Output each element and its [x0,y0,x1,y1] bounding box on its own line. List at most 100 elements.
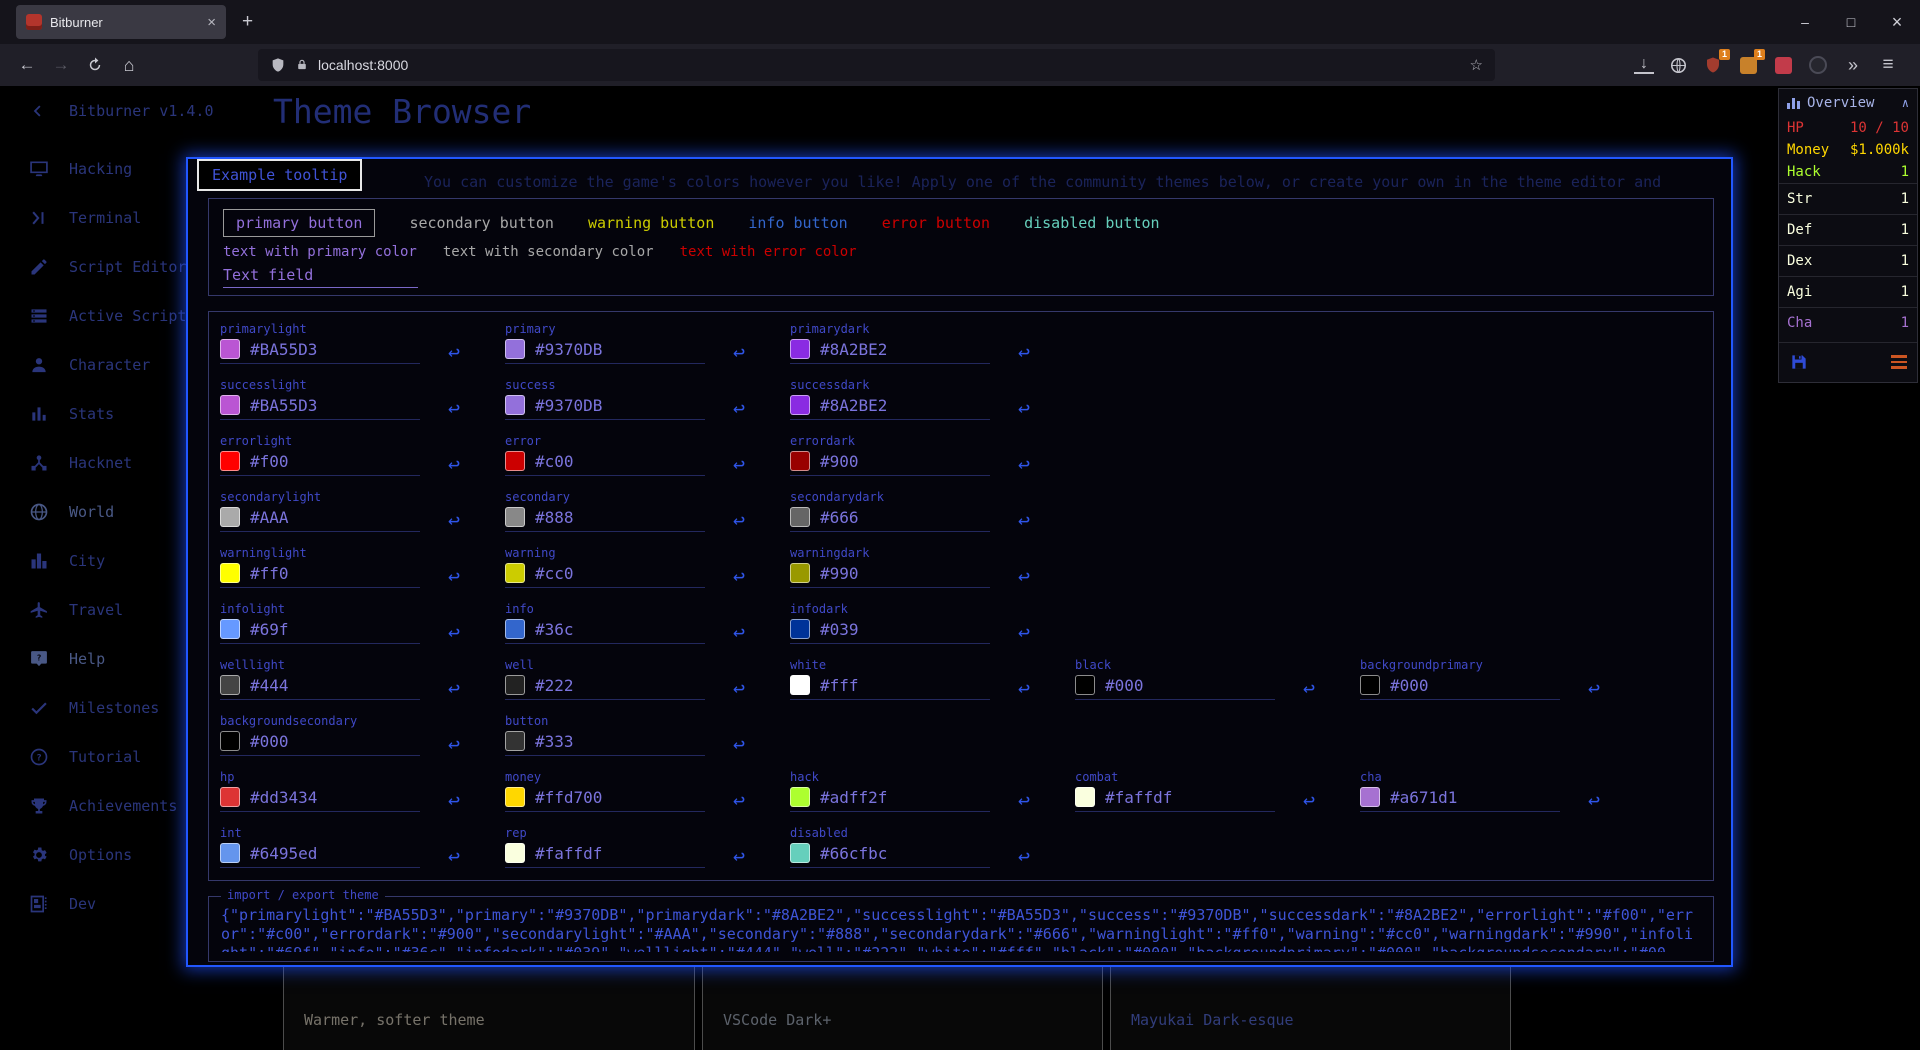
undo-color-icon[interactable] [733,510,745,530]
undo-color-icon[interactable] [733,566,745,586]
color-input[interactable]: #adff2f [790,787,990,812]
preview-button[interactable]: primary button [223,209,375,237]
extension-icon-orange[interactable]: 1 [1738,55,1758,75]
color-swatch[interactable] [505,507,525,527]
color-hex-value[interactable]: #faffdf [535,844,602,863]
extension-icon-red[interactable] [1773,55,1793,75]
color-swatch[interactable] [790,451,810,471]
undo-color-icon[interactable] [1018,622,1030,642]
undo-color-icon[interactable] [448,342,460,362]
color-swatch[interactable] [220,395,240,415]
undo-color-icon[interactable] [1018,398,1030,418]
color-input[interactable]: #f00 [220,451,420,476]
undo-color-icon[interactable] [448,566,460,586]
preview-button[interactable]: secondary button [409,214,554,232]
back-button[interactable] [10,48,44,82]
color-hex-value[interactable]: #333 [535,732,574,751]
color-swatch[interactable] [220,731,240,751]
undo-color-icon[interactable] [448,790,460,810]
color-input[interactable]: #BA55D3 [220,395,420,420]
color-hex-value[interactable]: #039 [820,620,859,639]
undo-color-icon[interactable] [448,734,460,754]
undo-color-icon[interactable] [448,678,460,698]
color-swatch[interactable] [1360,675,1380,695]
color-hex-value[interactable]: #36c [535,620,574,639]
undo-color-icon[interactable] [1018,846,1030,866]
overview-header[interactable]: Overview [1779,89,1917,117]
undo-color-icon[interactable] [1018,342,1030,362]
color-swatch[interactable] [790,843,810,863]
color-hex-value[interactable]: #8A2BE2 [820,396,887,415]
undo-color-icon[interactable] [733,622,745,642]
color-hex-value[interactable]: #66cfbc [820,844,887,863]
color-swatch[interactable] [1360,787,1380,807]
color-hex-value[interactable]: #000 [1105,676,1144,695]
color-hex-value[interactable]: #8A2BE2 [820,340,887,359]
color-input[interactable]: #a671d1 [1360,787,1560,812]
color-hex-value[interactable]: #faffdf [1105,788,1172,807]
color-hex-value[interactable]: #888 [535,508,574,527]
home-button[interactable] [112,48,146,82]
color-swatch[interactable] [505,339,525,359]
color-swatch[interactable] [790,395,810,415]
color-hex-value[interactable]: #f00 [250,452,289,471]
forward-button[interactable] [44,48,78,82]
preview-button[interactable]: disabled button [1024,214,1159,232]
undo-color-icon[interactable] [1018,454,1030,474]
preview-text-field[interactable]: Text field [223,265,1699,288]
color-swatch[interactable] [220,507,240,527]
undo-color-icon[interactable] [733,342,745,362]
color-input[interactable]: #039 [790,619,990,644]
color-swatch[interactable] [220,451,240,471]
color-input[interactable]: #900 [790,451,990,476]
translate-icon[interactable] [1669,56,1688,75]
reload-button[interactable] [78,48,112,82]
color-input[interactable]: #8A2BE2 [790,339,990,364]
ublock-extension-icon[interactable]: 1 [1703,55,1723,75]
color-input[interactable]: #cc0 [505,563,705,588]
color-input[interactable]: #888 [505,507,705,532]
undo-color-icon[interactable] [733,398,745,418]
color-hex-value[interactable]: #fff [820,676,859,695]
window-maximize-button[interactable] [1828,0,1874,44]
undo-color-icon[interactable] [733,790,745,810]
color-swatch[interactable] [790,507,810,527]
color-hex-value[interactable]: #666 [820,508,859,527]
collapse-overview-icon[interactable] [1902,96,1909,110]
undo-color-icon[interactable] [448,454,460,474]
color-input[interactable]: #000 [1360,675,1560,700]
color-hex-value[interactable]: #ff0 [250,564,289,583]
overview-menu-icon[interactable] [1891,355,1907,369]
browser-tab[interactable]: Bitburner [16,5,226,39]
window-close-button[interactable] [1874,0,1920,44]
color-input[interactable]: #000 [220,731,420,756]
color-input[interactable]: #AAA [220,507,420,532]
tracking-shield-icon[interactable] [270,57,286,73]
bookmark-star-icon[interactable] [1470,56,1483,74]
color-hex-value[interactable]: #900 [820,452,859,471]
undo-color-icon[interactable] [1018,566,1030,586]
color-input[interactable]: #faffdf [1075,787,1275,812]
preview-button[interactable]: error button [882,214,990,232]
undo-color-icon[interactable] [733,846,745,866]
color-swatch[interactable] [220,563,240,583]
color-swatch[interactable] [790,619,810,639]
tab-close-icon[interactable] [207,15,216,30]
color-hex-value[interactable]: #444 [250,676,289,695]
color-swatch[interactable] [505,619,525,639]
undo-color-icon[interactable] [1588,790,1600,810]
color-input[interactable]: #c00 [505,451,705,476]
color-hex-value[interactable]: #a671d1 [1390,788,1457,807]
color-input[interactable]: #ffd700 [505,787,705,812]
color-swatch[interactable] [790,563,810,583]
preview-button[interactable]: info button [748,214,847,232]
color-input[interactable]: #fff [790,675,990,700]
undo-color-icon[interactable] [733,678,745,698]
undo-color-icon[interactable] [448,846,460,866]
color-input[interactable]: #faffdf [505,843,705,868]
color-swatch[interactable] [220,843,240,863]
color-hex-value[interactable]: #dd3434 [250,788,317,807]
color-input[interactable]: #6495ed [220,843,420,868]
color-input[interactable]: #990 [790,563,990,588]
color-hex-value[interactable]: #adff2f [820,788,887,807]
